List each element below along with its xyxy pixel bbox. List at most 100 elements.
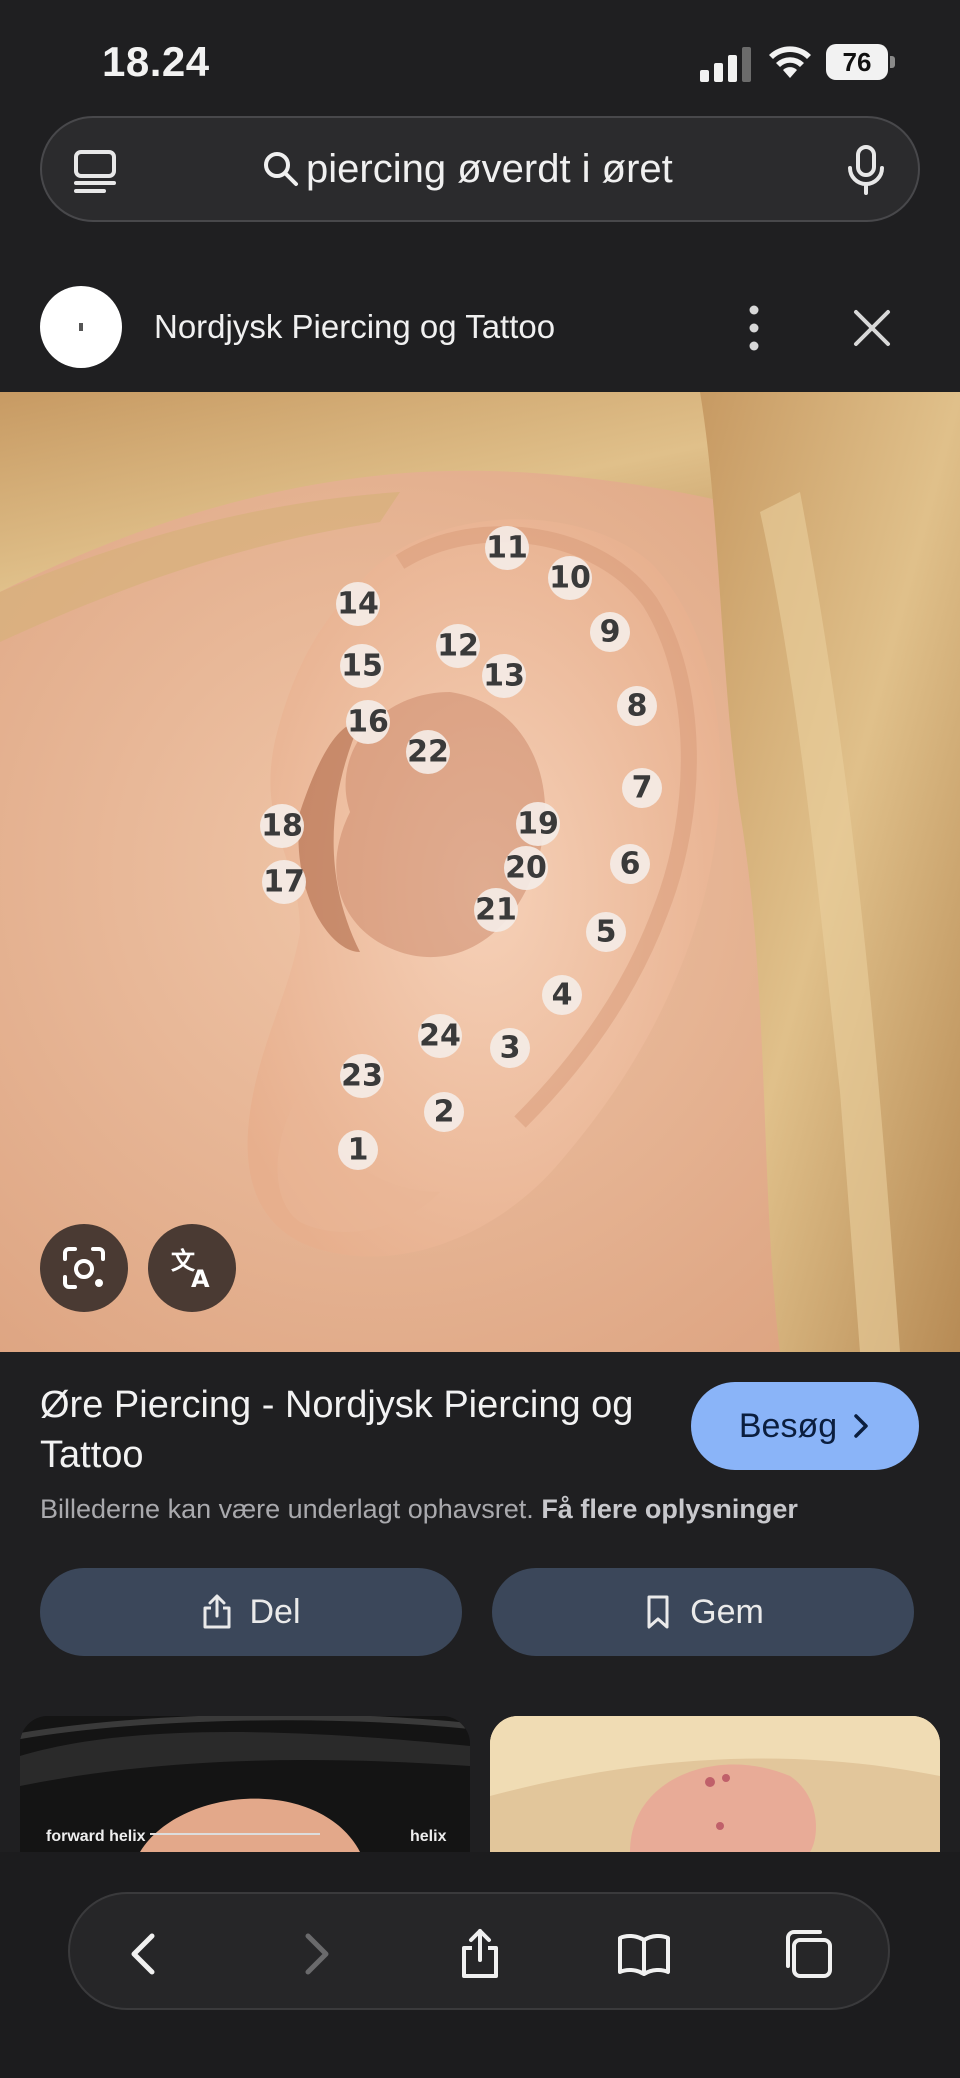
marker-10: 10 bbox=[548, 556, 592, 600]
marker-18: 18 bbox=[260, 804, 304, 848]
svg-text:7: 7 bbox=[632, 771, 653, 806]
more-info-link[interactable]: Få flere oplysninger bbox=[541, 1494, 798, 1524]
result-title[interactable]: Øre Piercing - Nordjysk Piercing og Tatt… bbox=[40, 1380, 660, 1480]
marker-23: 23 bbox=[340, 1054, 384, 1098]
marker-5: 5 bbox=[586, 912, 626, 952]
svg-text:6: 6 bbox=[620, 847, 641, 882]
svg-text:20: 20 bbox=[505, 851, 547, 886]
camera-lens-icon bbox=[63, 1247, 105, 1289]
svg-text:15: 15 bbox=[341, 649, 383, 684]
marker-2: 2 bbox=[424, 1092, 464, 1132]
svg-text:14: 14 bbox=[337, 587, 379, 622]
svg-text:5: 5 bbox=[596, 915, 617, 950]
source-logo[interactable] bbox=[40, 286, 122, 368]
more-options-icon[interactable] bbox=[740, 300, 768, 356]
related-image-1[interactable]: forward helix helix bbox=[20, 1716, 470, 1852]
svg-text:8: 8 bbox=[627, 689, 648, 724]
microphone-icon[interactable] bbox=[846, 144, 886, 196]
visit-button-label: Besøg bbox=[738, 1406, 838, 1445]
marker-16: 16 bbox=[346, 700, 390, 744]
back-button[interactable] bbox=[116, 1924, 176, 1984]
svg-text:12: 12 bbox=[437, 629, 479, 664]
thumb-label-helix: helix bbox=[410, 1828, 447, 1845]
svg-text:9: 9 bbox=[600, 615, 621, 650]
tab-overview-icon[interactable] bbox=[72, 148, 118, 194]
svg-text:22: 22 bbox=[407, 735, 449, 770]
marker-3: 3 bbox=[490, 1028, 530, 1068]
marker-12: 12 bbox=[436, 624, 480, 668]
svg-text:1: 1 bbox=[348, 1133, 369, 1168]
save-label: Gem bbox=[690, 1592, 764, 1631]
chevron-left-icon bbox=[131, 1933, 155, 1975]
svg-text:10: 10 bbox=[549, 561, 591, 596]
share-button[interactable]: Del bbox=[40, 1568, 462, 1656]
status-time: 18.24 bbox=[102, 38, 210, 85]
copyright-text: Billederne kan være underlagt ophavsret. bbox=[40, 1494, 534, 1524]
toolbar-pill bbox=[68, 1892, 890, 2010]
browser-toolbar bbox=[0, 1852, 960, 2078]
translate-icon: 文 A bbox=[171, 1247, 210, 1293]
svg-text:16: 16 bbox=[347, 705, 389, 740]
visit-button[interactable]: Besøg bbox=[691, 1382, 919, 1470]
source-header: Nordjysk Piercing og Tattoo bbox=[0, 270, 960, 390]
svg-text:3: 3 bbox=[500, 1031, 521, 1066]
marker-15: 15 bbox=[340, 644, 384, 688]
marker-1: 1 bbox=[338, 1130, 378, 1170]
svg-text:24: 24 bbox=[419, 1019, 461, 1054]
svg-text:4: 4 bbox=[552, 978, 573, 1013]
related-image-2[interactable] bbox=[490, 1716, 940, 1852]
marker-22: 22 bbox=[406, 730, 450, 774]
lens-search-button[interactable] bbox=[40, 1224, 128, 1312]
tabs-icon bbox=[786, 1930, 832, 1978]
battery-level: 76 bbox=[826, 44, 888, 80]
bookmarks-button[interactable] bbox=[614, 1924, 674, 1984]
svg-text:21: 21 bbox=[475, 893, 517, 928]
marker-24: 24 bbox=[418, 1014, 462, 1058]
preview-image[interactable]: 1 2 3 4 5 6 7 8 9 10 11 12 13 14 15 16 1… bbox=[0, 392, 960, 1352]
book-icon bbox=[618, 1933, 670, 1976]
forward-button[interactable] bbox=[284, 1924, 344, 1984]
marker-11: 11 bbox=[485, 526, 529, 570]
related-image-2-picture bbox=[490, 1716, 940, 1852]
marker-13: 13 bbox=[482, 654, 526, 698]
marker-9: 9 bbox=[590, 612, 630, 652]
marker-7: 7 bbox=[622, 768, 662, 808]
cellular-signal-icon bbox=[700, 47, 751, 82]
marker-21: 21 bbox=[474, 888, 518, 932]
status-bar: 18.24 76 bbox=[0, 0, 960, 120]
battery-icon: 76 bbox=[826, 44, 896, 80]
marker-19: 19 bbox=[516, 802, 560, 846]
marker-8: 8 bbox=[617, 686, 657, 726]
svg-text:A: A bbox=[191, 1265, 210, 1293]
share-icon bbox=[203, 1594, 231, 1629]
search-field[interactable]: piercing øverdt i øret bbox=[262, 118, 673, 220]
wifi-icon bbox=[769, 46, 811, 78]
marker-4: 4 bbox=[542, 975, 582, 1015]
svg-text:2: 2 bbox=[434, 1095, 455, 1130]
close-icon[interactable] bbox=[852, 308, 892, 348]
search-query[interactable]: piercing øverdt i øret bbox=[306, 147, 673, 192]
source-name[interactable]: Nordjysk Piercing og Tattoo bbox=[154, 308, 555, 346]
search-bar[interactable]: piercing øverdt i øret bbox=[40, 116, 920, 222]
marker-14: 14 bbox=[336, 582, 380, 626]
save-button[interactable]: Gem bbox=[492, 1568, 914, 1656]
chevron-right-icon bbox=[854, 1414, 868, 1438]
bookmark-icon bbox=[647, 1595, 669, 1629]
svg-text:13: 13 bbox=[483, 659, 525, 694]
marker-17: 17 bbox=[262, 860, 306, 904]
marker-6: 6 bbox=[610, 844, 650, 884]
share-page-button[interactable] bbox=[450, 1924, 510, 1984]
svg-text:18: 18 bbox=[261, 809, 303, 844]
tabs-button[interactable] bbox=[778, 1924, 838, 1984]
translate-button[interactable]: 文 A bbox=[148, 1224, 236, 1312]
share-label: Del bbox=[249, 1592, 301, 1631]
svg-text:19: 19 bbox=[517, 807, 559, 842]
share-icon bbox=[462, 1929, 498, 1978]
svg-text:11: 11 bbox=[486, 531, 528, 566]
thumb-label-forward-helix: forward helix bbox=[46, 1828, 146, 1845]
svg-text:23: 23 bbox=[341, 1059, 383, 1094]
search-icon bbox=[264, 152, 298, 186]
svg-text:17: 17 bbox=[263, 865, 305, 900]
chevron-right-icon bbox=[305, 1933, 329, 1975]
copyright-notice: Billederne kan være underlagt ophavsret.… bbox=[40, 1494, 798, 1525]
